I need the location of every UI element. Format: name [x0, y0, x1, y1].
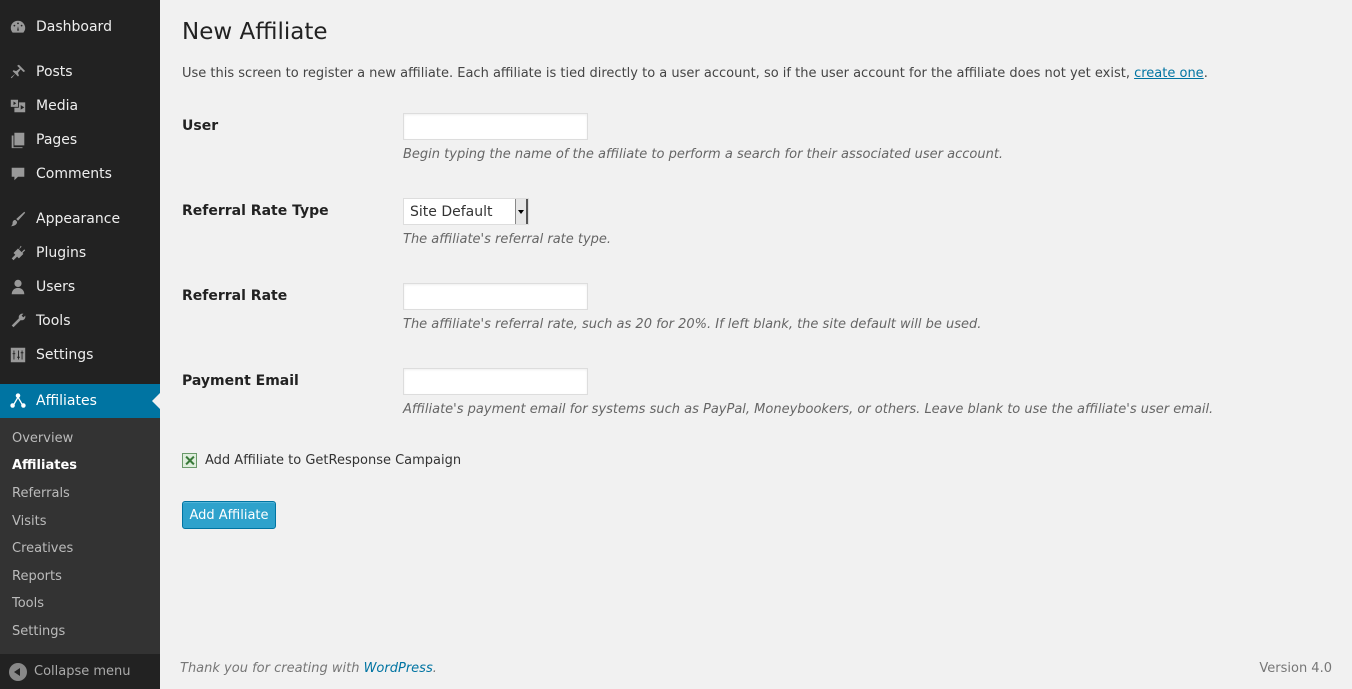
- pages-icon: [0, 131, 36, 149]
- rate-description: The affiliate's referral rate, such as 2…: [403, 317, 982, 332]
- user-icon: [0, 278, 36, 296]
- menu-users-label: Users: [36, 279, 76, 295]
- user-description: Begin typing the name of the affiliate t…: [403, 147, 1004, 162]
- network-icon: [0, 392, 36, 410]
- add-affiliate-button[interactable]: Add Affiliate: [182, 501, 276, 529]
- submenu-settings[interactable]: Settings: [12, 624, 65, 639]
- main-content: New Affiliate Use this screen to registe…: [182, 0, 1332, 640]
- user-label: User: [182, 118, 219, 134]
- pin-icon: [0, 63, 36, 81]
- submenu-overview[interactable]: Overview: [12, 431, 73, 446]
- submenu-referrals[interactable]: Referrals: [12, 486, 70, 501]
- footer-thanks: Thank you for creating with WordPress.: [180, 661, 437, 676]
- intro-end: .: [1203, 66, 1208, 81]
- affiliates-submenu: Overview Affiliates Referrals Visits Cre…: [0, 418, 160, 654]
- rate-type-description: The affiliate's referral rate type.: [403, 232, 612, 247]
- menu-appearance[interactable]: Appearance: [0, 202, 160, 236]
- plug-icon: [0, 244, 36, 262]
- submenu-visits[interactable]: Visits: [12, 514, 46, 529]
- menu-users[interactable]: Users: [0, 270, 160, 304]
- menu-comments[interactable]: Comments: [0, 157, 160, 191]
- payment-email-input[interactable]: [403, 368, 588, 395]
- menu-posts-label: Posts: [36, 64, 73, 80]
- menu-settings[interactable]: Settings: [0, 338, 160, 372]
- rate-type-selected-value: Site Default: [410, 203, 493, 220]
- menu-posts[interactable]: Posts: [0, 55, 160, 89]
- user-input[interactable]: [403, 113, 588, 140]
- dropdown-arrow-icon: [515, 199, 528, 224]
- brush-icon: [0, 210, 36, 228]
- wordpress-link[interactable]: WordPress: [364, 661, 433, 676]
- getresponse-option: Add Affiliate to GetResponse Campaign: [182, 453, 461, 468]
- getresponse-label[interactable]: Add Affiliate to GetResponse Campaign: [205, 453, 461, 468]
- menu-affiliates[interactable]: Affiliates: [0, 384, 160, 418]
- comment-icon: [0, 165, 36, 183]
- menu-plugins-label: Plugins: [36, 245, 87, 261]
- submenu-reports[interactable]: Reports: [12, 569, 62, 584]
- menu-tools[interactable]: Tools: [0, 304, 160, 338]
- email-label: Payment Email: [182, 373, 299, 389]
- sliders-icon: [0, 346, 36, 364]
- media-icon: [0, 97, 36, 115]
- collapse-menu-label: Collapse menu: [34, 664, 131, 679]
- menu-pages[interactable]: Pages: [0, 123, 160, 157]
- menu-media-label: Media: [36, 98, 79, 114]
- menu-appearance-label: Appearance: [36, 211, 121, 227]
- admin-sidebar: Dashboard Posts Media Pages Comments App…: [0, 0, 160, 689]
- intro-body: Use this screen to register a new affili…: [182, 66, 1135, 81]
- intro-text: Use this screen to register a new affili…: [182, 66, 1208, 81]
- active-menu-arrow: [152, 393, 160, 409]
- footer-thanks-end: .: [432, 661, 437, 676]
- submenu-affiliates[interactable]: Affiliates: [12, 458, 77, 473]
- menu-plugins[interactable]: Plugins: [0, 236, 160, 270]
- collapse-arrow-icon: [9, 662, 27, 681]
- menu-pages-label: Pages: [36, 132, 78, 148]
- dashboard-icon: [0, 18, 36, 36]
- page-title: New Affiliate: [182, 19, 328, 45]
- menu-dashboard-label: Dashboard: [36, 19, 112, 35]
- email-description: Affiliate's payment email for systems su…: [403, 402, 1214, 417]
- menu-settings-label: Settings: [36, 347, 94, 363]
- submenu-tools[interactable]: Tools: [12, 596, 44, 611]
- collapse-menu-button[interactable]: Collapse menu: [0, 654, 160, 689]
- create-one-link[interactable]: create one: [1134, 66, 1204, 81]
- menu-comments-label: Comments: [36, 166, 112, 182]
- rate-type-select[interactable]: Site Default: [403, 198, 529, 225]
- version-text: Version 4.0: [1259, 661, 1332, 676]
- rate-label: Referral Rate: [182, 288, 288, 304]
- menu-media[interactable]: Media: [0, 89, 160, 123]
- footer-thanks-text: Thank you for creating with: [180, 661, 364, 676]
- menu-dashboard[interactable]: Dashboard: [0, 10, 160, 44]
- rate-input[interactable]: [403, 283, 588, 310]
- wrench-icon: [0, 312, 36, 330]
- rate-type-label: Referral Rate Type: [182, 203, 329, 219]
- getresponse-checkbox[interactable]: [182, 453, 197, 468]
- menu-tools-label: Tools: [36, 313, 71, 329]
- submenu-creatives[interactable]: Creatives: [12, 541, 73, 556]
- menu-affiliates-label: Affiliates: [36, 393, 97, 409]
